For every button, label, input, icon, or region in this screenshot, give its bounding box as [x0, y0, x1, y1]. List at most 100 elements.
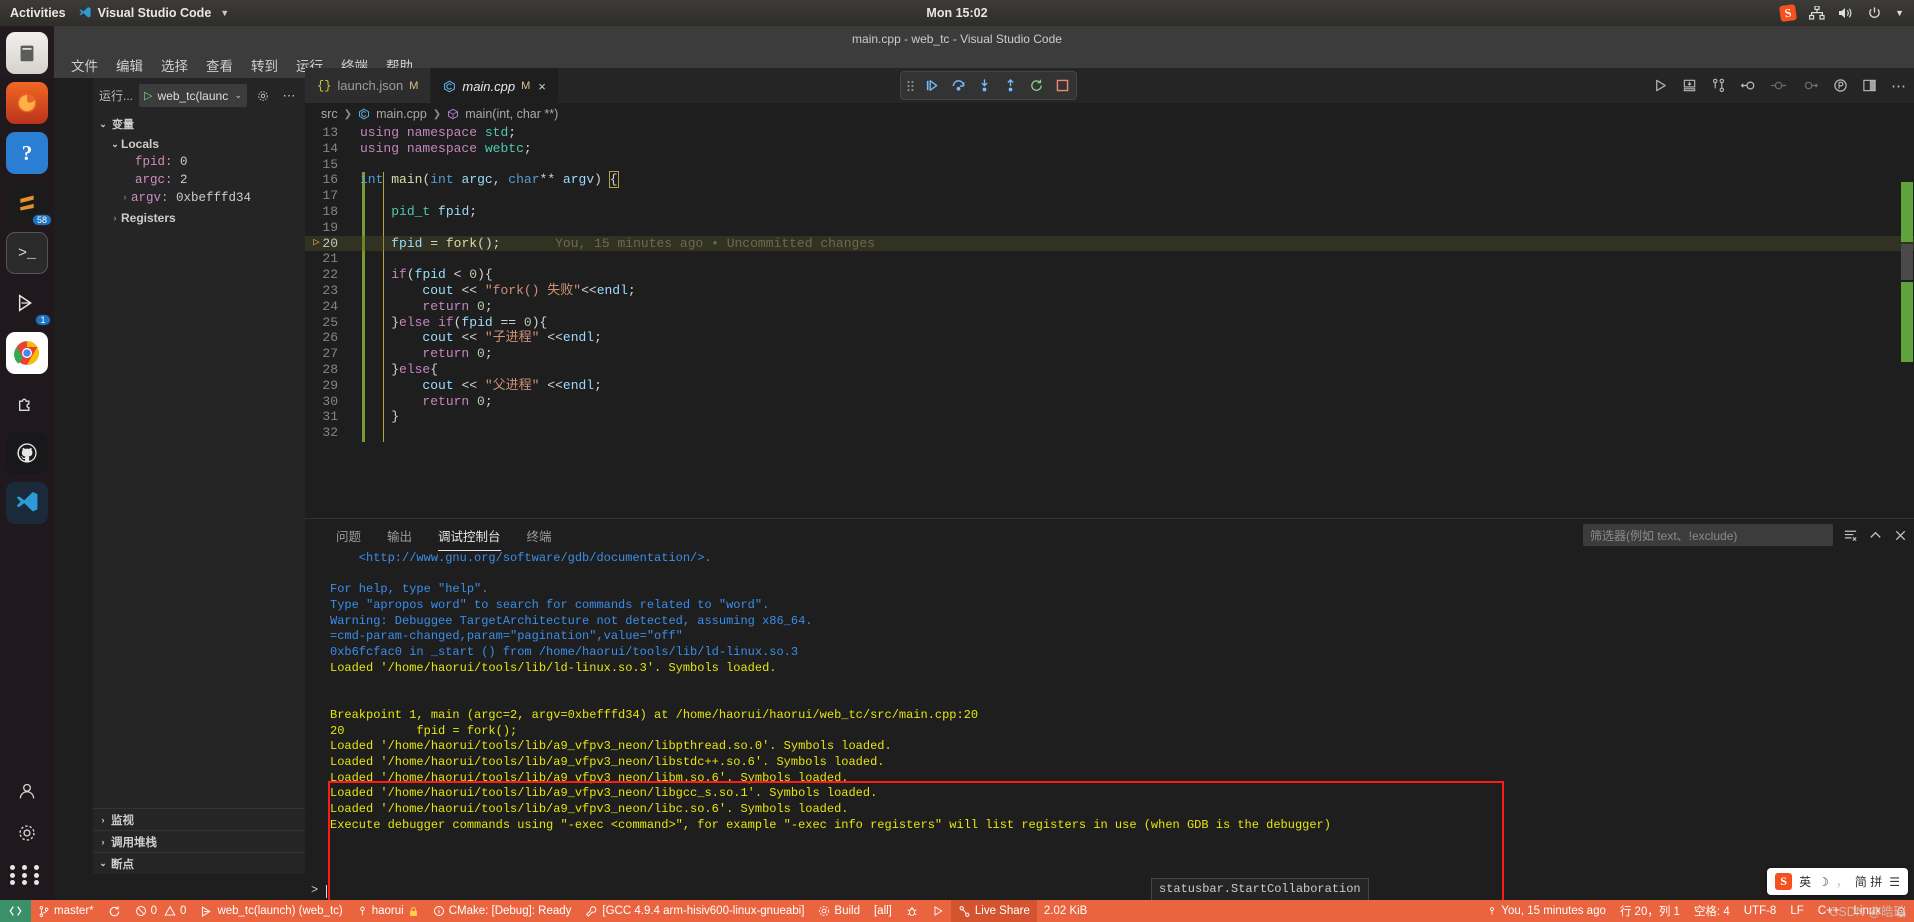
help-icon[interactable]: ?: [6, 132, 48, 174]
breadcrumb-item-symbol[interactable]: main(int, char **): [465, 107, 558, 121]
remote-indicator[interactable]: [0, 900, 31, 922]
firefox-icon[interactable]: [6, 82, 48, 124]
menu-file[interactable]: 文件: [62, 53, 107, 77]
sublime-icon[interactable]: 58: [6, 182, 52, 226]
source-control-button[interactable]: [1711, 78, 1726, 93]
chrome-icon[interactable]: [6, 332, 48, 374]
menu-view[interactable]: 查看: [197, 53, 242, 77]
github-icon[interactable]: [6, 432, 48, 474]
debug-icon[interactable]: 1: [6, 282, 51, 326]
breakpoint-arrow-icon[interactable]: ▷: [313, 236, 320, 252]
restart-button[interactable]: [1029, 78, 1044, 93]
ime-moon-icon[interactable]: ☽: [1818, 875, 1829, 889]
app-menu-button[interactable]: Visual Studio Code ▼: [78, 6, 229, 20]
tab-debug-console[interactable]: 调试控制台: [425, 519, 514, 551]
user-icon[interactable]: [10, 774, 44, 808]
power-icon[interactable]: [1867, 6, 1882, 21]
console-filter-input[interactable]: 筛选器(例如 text、!exclude): [1583, 524, 1833, 546]
gear-icon[interactable]: [253, 86, 273, 106]
breakpoints-section-header[interactable]: ⌄ 断点: [93, 852, 305, 874]
encoding[interactable]: UTF-8: [1737, 900, 1784, 922]
chevron-right-icon[interactable]: ›: [119, 193, 131, 203]
tab-main-cpp[interactable]: main.cpp M ×: [431, 68, 559, 103]
conditional-breakpoint-button[interactable]: [1802, 78, 1819, 93]
files-icon[interactable]: [6, 32, 48, 74]
close-icon[interactable]: ×: [538, 79, 546, 94]
git-branch[interactable]: master*: [31, 900, 101, 922]
registers-group[interactable]: › Registers: [93, 209, 305, 227]
cmake-kit[interactable]: [GCC 4.9.4 arm-hisiv600-linux-gnueabi]: [578, 900, 811, 922]
debug-config[interactable]: web_tc(launch) (web_tc): [193, 900, 349, 922]
logpoint-button[interactable]: [1833, 78, 1848, 93]
remote-user[interactable]: haorui: [350, 900, 426, 922]
cmake-run[interactable]: [925, 900, 951, 922]
launch-config-select[interactable]: ▷ web_tc(launch ⌄: [139, 84, 247, 107]
problems[interactable]: 0 0: [128, 900, 194, 922]
chevron-down-icon[interactable]: ▼: [1895, 8, 1904, 18]
sogou-ime-bar[interactable]: S 英 ☽ ， 简 拼 ☰: [1767, 868, 1908, 895]
grip-handle[interactable]: [907, 79, 914, 93]
locals-group[interactable]: ⌄ Locals: [93, 135, 305, 153]
ime-menu-icon[interactable]: ☰: [1889, 875, 1900, 889]
ellipsis-icon[interactable]: ⋯: [279, 86, 299, 106]
ime-input-method[interactable]: 简 拼: [1855, 873, 1882, 890]
vscode-icon[interactable]: [6, 482, 48, 524]
split-editor-button[interactable]: [1862, 78, 1877, 93]
maximize-panel-icon[interactable]: [1868, 528, 1883, 543]
run-button[interactable]: [1653, 78, 1668, 93]
variable-row-argc[interactable]: argc: 2: [93, 171, 305, 189]
cmake-status[interactable]: CMake: [Debug]: Ready: [426, 900, 579, 922]
menu-selection[interactable]: 选择: [152, 53, 197, 77]
chevron-down-icon: ⌄: [99, 118, 107, 129]
more-actions-button[interactable]: ⋯: [1891, 77, 1906, 95]
cmake-build[interactable]: Build: [811, 900, 867, 922]
show-apps-icon[interactable]: [10, 858, 44, 892]
callstack-section-header[interactable]: › 调用堆栈: [93, 830, 305, 852]
app-menu-label: Visual Studio Code: [97, 6, 212, 20]
breadcrumb-item-src[interactable]: src: [321, 107, 338, 121]
menu-edit[interactable]: 编辑: [107, 53, 152, 77]
watch-expression-button[interactable]: [1740, 78, 1757, 93]
stop-button[interactable]: [1055, 78, 1070, 93]
breakpoint-button[interactable]: [1771, 78, 1788, 93]
volume-icon[interactable]: [1838, 6, 1854, 20]
extension-icon[interactable]: [6, 382, 48, 424]
tab-problems[interactable]: 问题: [323, 519, 374, 551]
indentation[interactable]: 空格: 4: [1687, 900, 1737, 922]
clear-console-icon[interactable]: [1843, 528, 1858, 543]
run-and-debug-button[interactable]: [1682, 78, 1697, 93]
ime-dot-icon[interactable]: ，: [1836, 873, 1848, 890]
git-blame[interactable]: You, 15 minutes ago: [1480, 900, 1612, 922]
variable-row-fpid[interactable]: fpid: 0: [93, 153, 305, 171]
step-over-button[interactable]: [951, 78, 966, 93]
debug-console-input[interactable]: >: [311, 883, 328, 899]
variable-row-argv[interactable]: › argv: 0xbefffd34: [93, 189, 305, 207]
tab-output[interactable]: 输出: [374, 519, 425, 551]
eol[interactable]: LF: [1783, 900, 1810, 922]
tab-launch-json[interactable]: {} launch.json M: [305, 68, 432, 103]
menu-go[interactable]: 转到: [242, 53, 287, 77]
sogou-icon[interactable]: S: [1779, 3, 1798, 23]
settings-icon[interactable]: [10, 816, 44, 850]
activities-button[interactable]: Activities: [0, 6, 78, 20]
code-editor[interactable]: 13 using namespace std; 14 using namespa…: [305, 125, 1914, 491]
sync-changes[interactable]: [101, 900, 128, 922]
watch-section-header[interactable]: › 监视: [93, 808, 305, 830]
cmake-target[interactable]: [all]: [867, 900, 899, 922]
close-panel-icon[interactable]: [1893, 528, 1908, 543]
live-share[interactable]: Live Share: [950, 900, 1037, 922]
variables-section-header[interactable]: ⌄ 变量: [93, 113, 305, 135]
tab-terminal[interactable]: 终端: [514, 519, 565, 551]
terminal-icon[interactable]: >_: [6, 232, 48, 274]
breadcrumb-item-file[interactable]: main.cpp: [376, 107, 427, 121]
debug-console-output[interactable]: <http://www.gnu.org/software/gdb/documen…: [305, 551, 1914, 900]
continue-button[interactable]: [925, 78, 940, 93]
editor-scrollbar[interactable]: [1900, 182, 1914, 491]
cmake-debug[interactable]: [899, 900, 925, 922]
network-icon[interactable]: [1809, 6, 1825, 20]
cursor-position[interactable]: 行 20，列 1: [1613, 900, 1687, 922]
ime-mode[interactable]: 英: [1799, 873, 1811, 890]
step-out-button[interactable]: [1003, 78, 1018, 93]
step-into-button[interactable]: [977, 78, 992, 93]
